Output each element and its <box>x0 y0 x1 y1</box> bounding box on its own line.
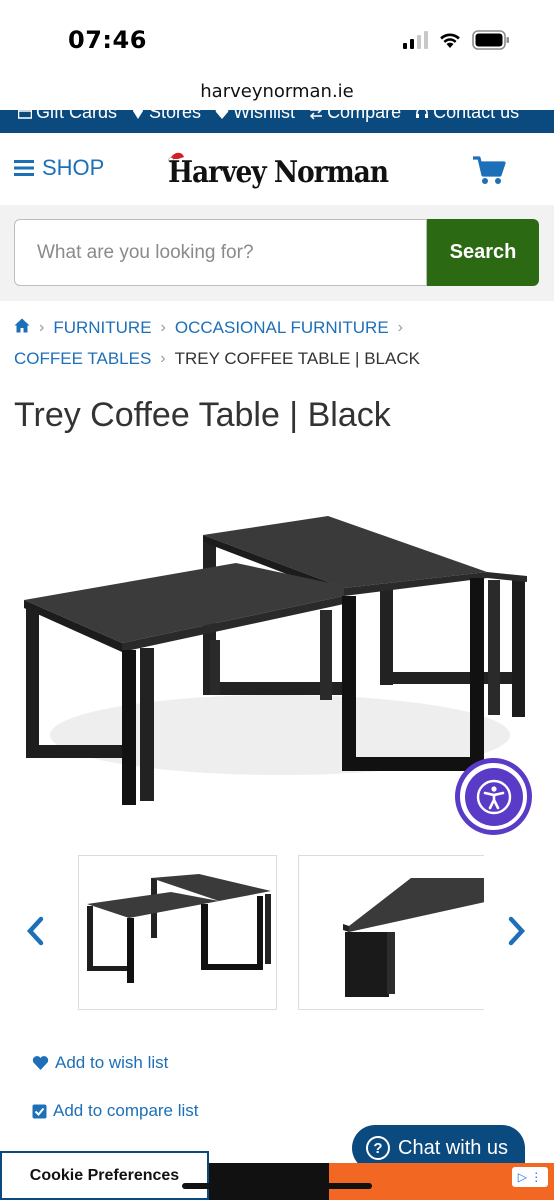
utility-contact-link[interactable]: Contact us <box>415 110 519 123</box>
search-button[interactable]: Search <box>427 219 539 286</box>
carousel-next-button[interactable] <box>506 915 528 952</box>
utility-wishlist-link[interactable]: Wishlist <box>215 110 295 123</box>
battery-icon <box>472 30 510 50</box>
utility-wishlist-label: Wishlist <box>233 110 296 122</box>
shopping-cart-icon <box>473 156 506 184</box>
chevron-right-icon: › <box>160 319 166 336</box>
utility-compare-label: Compare <box>327 110 402 122</box>
hamburger-icon <box>14 160 34 176</box>
chevron-right-icon: › <box>160 350 166 367</box>
utility-stores-label: Stores <box>149 110 202 122</box>
status-time: 07:46 <box>68 26 147 54</box>
utility-gift-cards-label: Gift Cards <box>36 110 118 122</box>
heart-icon <box>215 110 229 119</box>
home-icon[interactable] <box>14 312 30 343</box>
compare-arrows-icon <box>310 110 323 120</box>
chevron-right-icon <box>508 916 526 946</box>
ad-graphic <box>209 1163 329 1200</box>
chat-label: Chat with us <box>398 1136 509 1159</box>
harvey-norman-logo[interactable]: Harvey Norman <box>166 149 390 190</box>
breadcrumb-coffee-tables[interactable]: COFFEE TABLES <box>14 343 151 374</box>
search-input[interactable] <box>15 220 426 285</box>
cart-button[interactable] <box>472 155 506 190</box>
carousel-prev-button[interactable] <box>24 915 46 952</box>
chevron-right-icon: › <box>39 319 45 336</box>
utility-gift-cards-link[interactable]: Gift Cards <box>18 110 117 123</box>
breadcrumb-current: TREY COFFEE TABLE | BLACK <box>174 349 420 368</box>
utility-compare-link[interactable]: Compare <box>309 110 401 123</box>
breadcrumb: › FURNITURE › OCCASIONAL FURNITURE › COF… <box>14 312 544 374</box>
product-title: Trey Coffee Table | Black <box>14 396 391 434</box>
gift-card-icon <box>18 110 32 119</box>
url-bar[interactable]: harveynorman.ie <box>0 80 554 110</box>
thumbnail-carousel <box>0 855 554 1010</box>
map-pin-icon <box>133 110 144 119</box>
product-thumbnail[interactable] <box>78 855 277 1010</box>
ad-choices-icon[interactable]: ▷ ⋮ <box>512 1167 548 1187</box>
accessibility-icon <box>476 779 511 814</box>
utility-contact-label: Contact us <box>433 110 520 122</box>
add-to-compare-link[interactable]: Add to compare list <box>32 1101 199 1121</box>
utility-stores-link[interactable]: Stores <box>131 110 201 123</box>
add-to-wishlist-link[interactable]: Add to wish list <box>32 1053 168 1073</box>
cellular-signal-icon <box>403 31 428 49</box>
compare-label: Add to compare list <box>53 1101 199 1120</box>
help-question-icon: ? <box>366 1136 390 1160</box>
product-thumbnail[interactable] <box>298 855 484 1010</box>
site-header: SHOP Harvey Norman <box>0 133 554 205</box>
home-indicator <box>182 1183 372 1189</box>
heart-icon <box>32 1056 49 1070</box>
chevron-left-icon <box>26 916 44 946</box>
svg-text:Harvey Norman: Harvey Norman <box>168 155 389 189</box>
utility-nav: Gift Cards Stores Wishlist Compare Conta… <box>0 110 554 133</box>
headset-icon <box>416 110 429 118</box>
wishlist-label: Add to wish list <box>55 1053 169 1072</box>
breadcrumb-furniture[interactable]: FURNITURE <box>53 312 151 343</box>
accessibility-button[interactable] <box>455 758 532 835</box>
search-bar: Search <box>0 205 554 301</box>
breadcrumb-occasional-furniture[interactable]: OCCASIONAL FURNITURE <box>175 312 389 343</box>
advertisement-banner[interactable]: ▷ ⋮ <box>209 1163 554 1200</box>
status-icons <box>403 30 510 50</box>
chevron-right-icon: › <box>397 319 403 336</box>
shop-menu-button[interactable]: SHOP <box>14 155 104 181</box>
checkbox-checked-icon <box>32 1104 47 1118</box>
wifi-icon <box>438 31 462 49</box>
status-bar: 07:46 <box>0 0 554 80</box>
shop-label: SHOP <box>42 155 105 180</box>
search-box <box>14 219 427 286</box>
cookie-preferences-button[interactable]: Cookie Preferences <box>0 1151 209 1200</box>
